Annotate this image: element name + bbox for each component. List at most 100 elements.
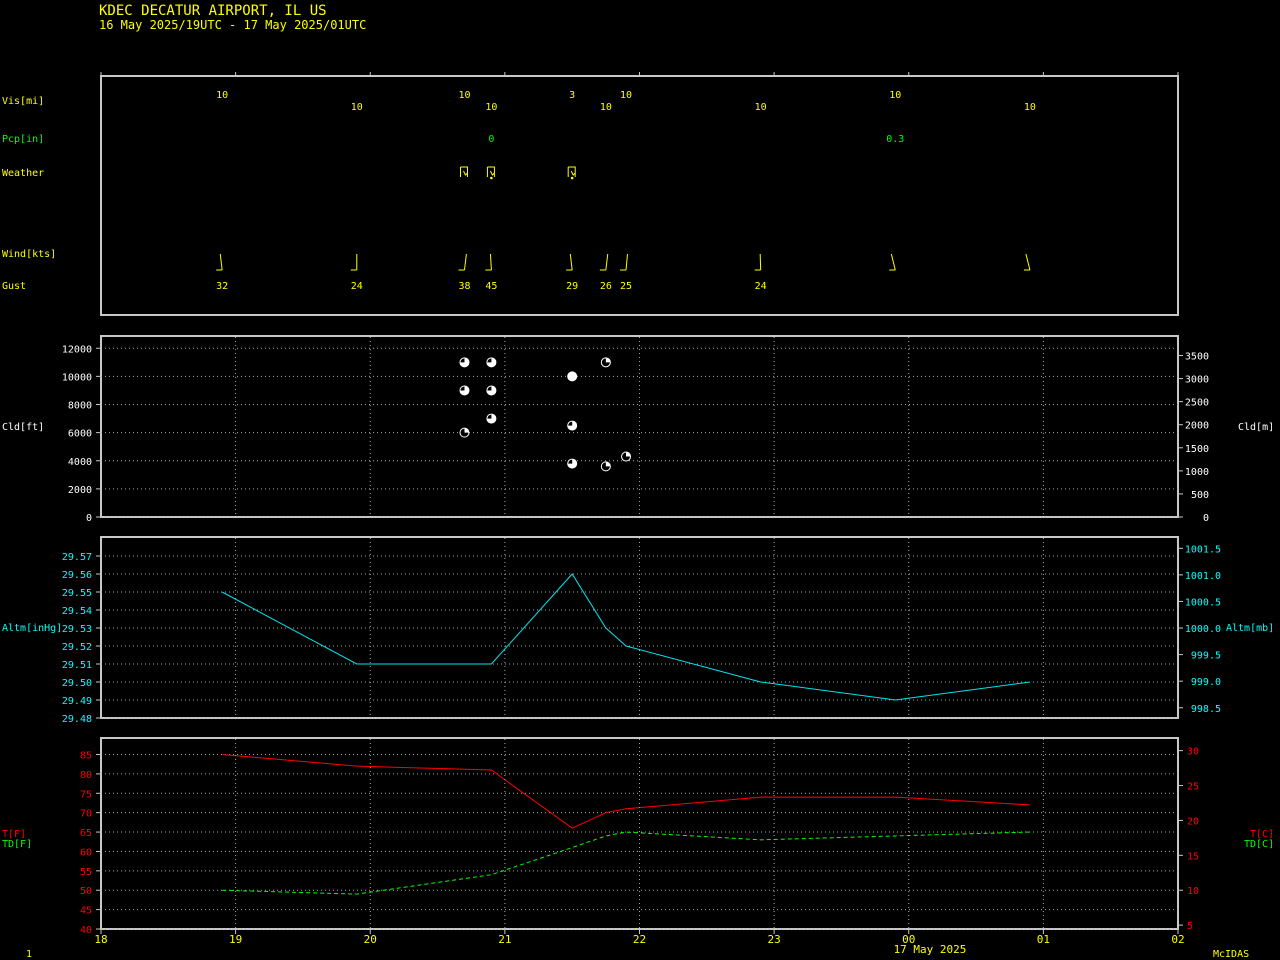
footer-brand: McIDAS <box>1213 949 1249 960</box>
gust-value: 32 <box>216 281 228 292</box>
cloud-ytick-label: 10000 <box>62 372 92 383</box>
precip-value: 0 <box>488 134 494 145</box>
altimeter-ytick-label: 29.52 <box>62 642 92 653</box>
weather-label: Weather <box>2 168 44 179</box>
cloud-cover-icon <box>621 451 632 462</box>
temperature-ytick-label: 55 <box>80 867 92 878</box>
cloud-ytick-label: 4000 <box>68 457 92 468</box>
gust-label: Gust <box>2 281 26 292</box>
wind-label: Wind[kts] <box>2 249 56 260</box>
altimeter-ytick-right-label: 998.5 <box>1191 704 1221 715</box>
cloud-ylabel-right: Cld[m] <box>1238 422 1274 433</box>
cloud-cover-icon <box>567 458 578 469</box>
temperature-ytick-label: 60 <box>80 847 92 858</box>
precip-value: 0.3 <box>886 134 904 145</box>
cloud-ytick-right-label: 3000 <box>1185 375 1209 386</box>
visibility-value: 3 <box>569 90 575 101</box>
footer-left-number: 1 <box>26 949 32 960</box>
cloud-cover-icon <box>567 420 578 431</box>
cloud-ytick-label: 6000 <box>68 429 92 440</box>
temperature-ytick-right-label: 30 <box>1187 747 1199 758</box>
cloud-ytick-right-label: 500 <box>1191 490 1209 501</box>
temperature-ytick-right-label: 25 <box>1187 782 1199 793</box>
visibility-value: 10 <box>755 102 767 113</box>
gust-value: 45 <box>485 281 497 292</box>
cloud-cover-icon <box>600 461 611 472</box>
altimeter-ytick-right-label: 1000.5 <box>1185 597 1221 608</box>
visibility-value: 10 <box>889 90 901 101</box>
cloud-cover-icon <box>486 357 497 368</box>
cloud-cover-icon <box>567 371 578 382</box>
visibility-value: 10 <box>620 90 632 101</box>
cloud-ytick-right-label: 1500 <box>1185 444 1209 455</box>
temperature-ytick-label: 75 <box>80 789 92 800</box>
temperature-ytick-label: 65 <box>80 828 92 839</box>
cloud-ytick-right-label: 1000 <box>1185 467 1209 478</box>
altimeter-ylabel-right: Altm[mb] <box>1226 623 1274 634</box>
altimeter-ytick-right-label: 1001.5 <box>1185 544 1221 555</box>
altimeter-ytick-right-label: 999.5 <box>1191 651 1221 662</box>
cloud-ytick-right-label: 2000 <box>1185 421 1209 432</box>
footer-date-label: 17 May 2025 <box>894 943 967 956</box>
dewpoint-ylabel-right: TD[C] <box>1244 839 1274 850</box>
cloud-ytick-label: 2000 <box>68 485 92 496</box>
cloud-cover-icon <box>600 357 611 368</box>
time-tick-label: 21 <box>498 933 511 946</box>
temperature-ytick-label: 70 <box>80 809 92 820</box>
gust-value: 24 <box>755 281 767 292</box>
temperature-ytick-right-label: 20 <box>1187 816 1199 827</box>
temperature-ytick-label: 85 <box>80 751 92 762</box>
pcp-label: Pcp[in] <box>2 134 44 145</box>
gust-value: 25 <box>620 281 632 292</box>
temperature-ytick-right-label: 10 <box>1187 886 1199 897</box>
visibility-value: 10 <box>458 90 470 101</box>
altimeter-ytick-label: 29.55 <box>62 588 92 599</box>
time-tick-label: 01 <box>1037 933 1050 946</box>
time-tick-label: 19 <box>229 933 242 946</box>
temperature-ytick-label: 50 <box>80 886 92 897</box>
period-subtitle: 16 May 2025/19UTC - 17 May 2025/01UTC <box>99 18 366 32</box>
altimeter-ytick-label: 29.57 <box>62 552 92 563</box>
gust-value: 29 <box>566 281 578 292</box>
visibility-value: 10 <box>485 102 497 113</box>
rain-dot <box>570 176 574 180</box>
time-tick-label: 22 <box>633 933 646 946</box>
vis-label: Vis[mi] <box>2 96 44 107</box>
gust-value: 26 <box>600 281 612 292</box>
station-title: KDEC DECATUR AIRPORT, IL US <box>99 3 327 19</box>
cloud-ytick-right-label: 0 <box>1203 513 1209 524</box>
temperature-ytick-right-label: 15 <box>1187 851 1199 862</box>
visibility-value: 10 <box>351 102 363 113</box>
altimeter-ytick-label: 29.53 <box>62 624 92 635</box>
temperature-ytick-label: 40 <box>80 925 92 936</box>
time-tick-label: 23 <box>768 933 781 946</box>
cloud-fill <box>567 371 577 381</box>
altimeter-ytick-label: 29.50 <box>62 678 92 689</box>
visibility-value: 10 <box>600 102 612 113</box>
temperature-ytick-label: 45 <box>80 906 92 917</box>
cloud-ytick-label: 8000 <box>68 401 92 412</box>
altimeter-ylabel-left: Altm[inHg] <box>2 623 62 634</box>
cloud-cover-icon <box>459 385 470 396</box>
gust-value: 38 <box>458 281 470 292</box>
cloud-ytick-right-label: 3500 <box>1185 352 1209 363</box>
cloud-cover-icon <box>486 413 497 424</box>
cloud-cover-icon <box>459 357 470 368</box>
altimeter-ytick-label: 29.56 <box>62 570 92 581</box>
cloud-ylabel-left: Cld[ft] <box>2 422 44 433</box>
time-tick-label: 02 <box>1171 933 1184 946</box>
rain-dot <box>490 176 493 180</box>
time-tick-label: 18 <box>94 933 107 946</box>
altimeter-ytick-label: 29.51 <box>62 660 92 671</box>
time-tick-label: 20 <box>364 933 377 946</box>
meteogram: KDEC DECATUR AIRPORT, IL US 16 May 2025/… <box>0 0 1280 960</box>
cloud-cover-icon <box>459 427 470 438</box>
cloud-ytick-label: 12000 <box>62 344 92 355</box>
temperature-ytick-label: 80 <box>80 770 92 781</box>
cloud-cover-icon <box>486 385 497 396</box>
altimeter-ytick-label: 29.54 <box>62 606 92 617</box>
temperature-ytick-right-label: 5 <box>1187 921 1193 932</box>
gust-value: 24 <box>351 281 363 292</box>
altimeter-ytick-label: 29.49 <box>62 696 92 707</box>
cloud-ytick-right-label: 2500 <box>1185 398 1209 409</box>
